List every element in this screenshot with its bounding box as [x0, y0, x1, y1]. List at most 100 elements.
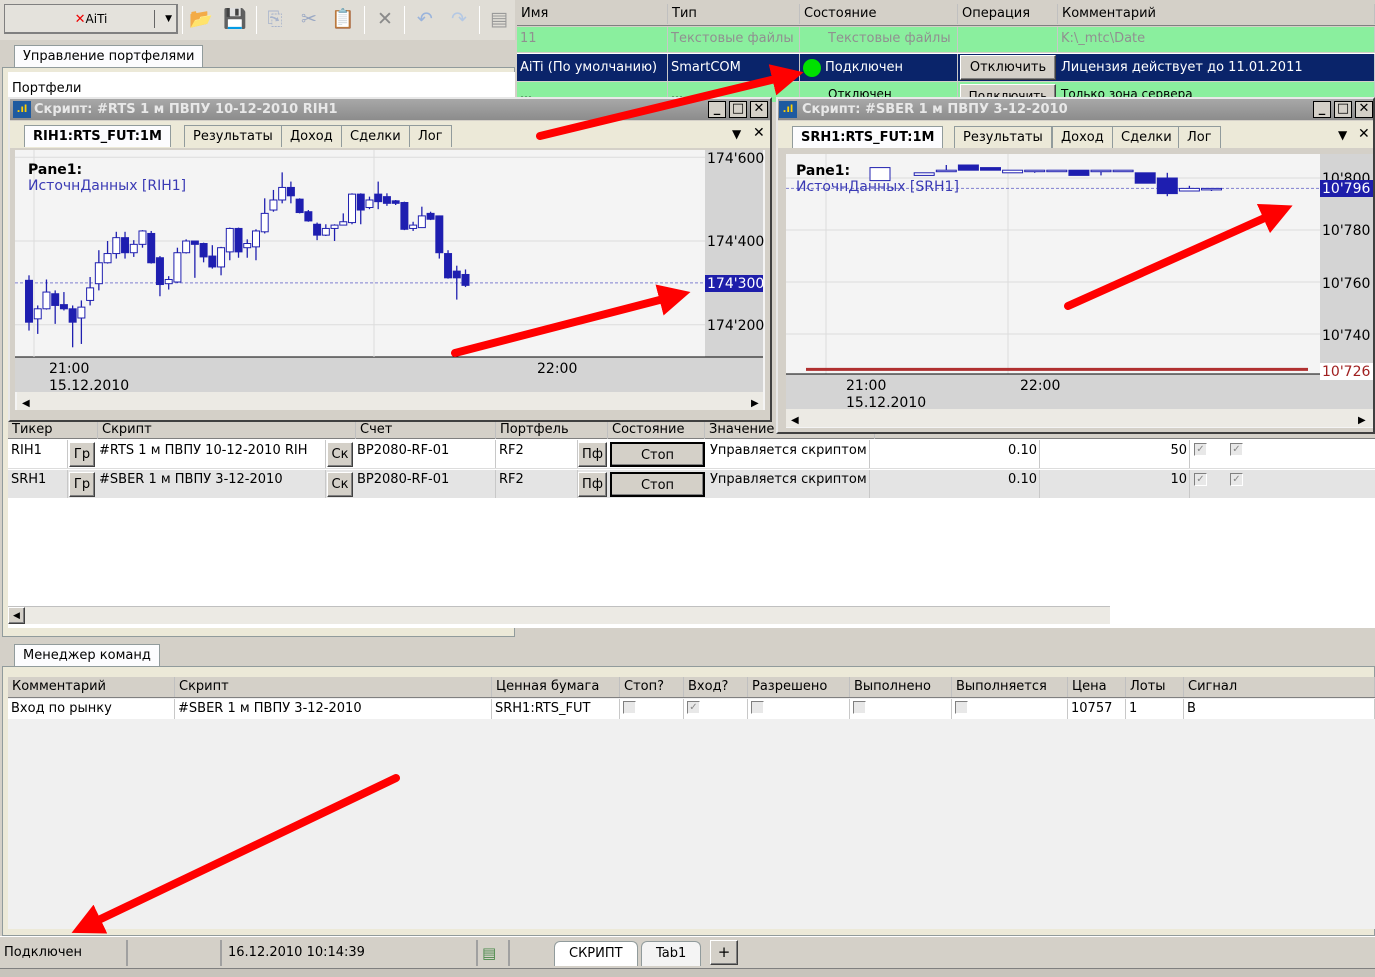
- column-header[interactable]: Вход?: [684, 677, 748, 697]
- column-header[interactable]: Комментарий: [8, 677, 175, 697]
- checkbox[interactable]: ✓: [1194, 473, 1207, 486]
- column-header[interactable]: Выполняется: [952, 677, 1068, 697]
- entry-checkbox[interactable]: ✓: [687, 701, 700, 714]
- open-folder-icon[interactable]: 📂: [188, 6, 214, 32]
- undo-icon[interactable]: ↶: [412, 6, 438, 32]
- allowed-checkbox[interactable]: [751, 701, 764, 714]
- close-button[interactable]: ✕: [1355, 101, 1373, 118]
- scroll-left-icon[interactable]: ◀: [22, 398, 30, 409]
- done-checkbox[interactable]: [853, 701, 866, 714]
- tab-portfolio-management[interactable]: Управление портфелями: [14, 45, 204, 67]
- scroll-left-icon[interactable]: ◀: [791, 415, 799, 426]
- save-icon[interactable]: 💾: [222, 6, 248, 32]
- tab-results[interactable]: Результаты: [954, 126, 1052, 148]
- tab-trades[interactable]: Сделки: [1112, 126, 1181, 148]
- column-header[interactable]: Имя: [517, 4, 668, 24]
- maximize-button[interactable]: □: [1334, 101, 1352, 118]
- column-header[interactable]: Состояние: [800, 4, 958, 24]
- column-header[interactable]: Ценная бумага: [492, 677, 620, 697]
- column-header[interactable]: Тикер: [8, 420, 98, 439]
- table-row[interactable]: Вход по рынку #SBER 1 м ПВПУ 3-12-2010 S…: [8, 699, 1375, 719]
- tab-list-icon[interactable]: ▼: [1338, 128, 1347, 142]
- chart-scrollbar[interactable]: [786, 409, 1373, 427]
- table-row[interactable]: RIH1 Гр #RTS 1 м ПВПУ 10-12-2010 RIH Ск …: [8, 440, 1375, 469]
- column-header[interactable]: Тип: [668, 4, 800, 24]
- sber-candlestick-chart[interactable]: Pane1: ИсточнДанных [SRH1] 10'800 10'780…: [786, 154, 1373, 428]
- candle: [112, 237, 121, 255]
- tab-command-manager[interactable]: Менеджер команд: [14, 644, 160, 666]
- cut-icon[interactable]: ✂: [296, 6, 322, 32]
- portfolio-button[interactable]: Пф: [578, 442, 607, 467]
- add-tab-button[interactable]: +: [710, 940, 738, 965]
- tab-chart[interactable]: RIH1:RTS_FUT:1M: [24, 125, 171, 147]
- candle: [59, 304, 68, 310]
- tab-log[interactable]: Лог: [1178, 126, 1221, 148]
- close-button[interactable]: ✕: [750, 101, 768, 118]
- column-header[interactable]: Сигнал: [1184, 677, 1375, 697]
- window-title[interactable]: .ıl Скрипт: #RTS 1 м ПВПУ 10-12-2010 RIH1…: [10, 99, 770, 120]
- table-row[interactable]: SRH1 Гр #SBER 1 м ПВПУ 3-12-2010 Ск BP20…: [8, 470, 1375, 498]
- document-icon[interactable]: ▤: [486, 6, 512, 32]
- column-header[interactable]: Операция: [958, 4, 1058, 24]
- maximize-button[interactable]: □: [729, 101, 747, 118]
- ticker: SRH1: [8, 470, 68, 498]
- minimize-button[interactable]: _: [1313, 101, 1331, 118]
- calendar-icon[interactable]: ▤: [478, 940, 510, 966]
- checkbox[interactable]: ✓: [1230, 473, 1243, 486]
- stop-button[interactable]: Стоп: [610, 472, 705, 497]
- column-header[interactable]: Скрипт: [98, 420, 356, 439]
- column-header[interactable]: Скрипт: [175, 677, 492, 697]
- close-tab-icon[interactable]: ✕: [1358, 126, 1370, 142]
- commands-table: Комментарий Скрипт Ценная бумага Стоп? В…: [8, 677, 1375, 929]
- candle: [1112, 169, 1134, 173]
- column-header[interactable]: Лоты: [1126, 677, 1184, 697]
- chart-button[interactable]: Гр: [69, 442, 95, 467]
- disconnect-button[interactable]: Отключить: [960, 55, 1056, 80]
- column-header[interactable]: Комментарий: [1058, 4, 1375, 24]
- column-header[interactable]: Стоп?: [620, 677, 684, 697]
- tab-script[interactable]: СКРИПТ: [554, 941, 638, 966]
- column-header[interactable]: Выполнено: [850, 677, 952, 697]
- stop-button[interactable]: Стоп: [610, 442, 705, 467]
- redo-icon[interactable]: ↷: [446, 6, 472, 32]
- table-row[interactable]: 11 Текстовые файлы Текстовые файлы K:\_m…: [517, 27, 1375, 52]
- candle: [400, 201, 409, 230]
- candle: [452, 270, 461, 279]
- delete-icon[interactable]: ✕: [372, 6, 398, 32]
- chart-button[interactable]: Гр: [69, 472, 95, 497]
- table-row-selected[interactable]: AiTi (По умолчанию) SmartCOM Подключен О…: [517, 53, 1375, 81]
- column-header[interactable]: Цена: [1068, 677, 1126, 697]
- scroll-left-icon[interactable]: ◀: [8, 607, 25, 624]
- column-header[interactable]: Разрешено: [748, 677, 850, 697]
- column-header[interactable]: Состояние: [608, 420, 705, 439]
- tab-income[interactable]: Доход: [1052, 126, 1113, 148]
- portfolio-button[interactable]: Пф: [578, 472, 607, 497]
- chevron-down-icon[interactable]: ▼: [165, 5, 172, 33]
- paste-icon[interactable]: 📋: [330, 6, 356, 32]
- minimize-button[interactable]: _: [708, 101, 726, 118]
- column-header[interactable]: Счет: [356, 420, 496, 439]
- tab-tab1[interactable]: Tab1: [641, 941, 702, 966]
- checkbox[interactable]: ✓: [1194, 443, 1207, 456]
- column-header[interactable]: Портфель: [496, 420, 608, 439]
- horizontal-scrollbar[interactable]: ◀: [8, 606, 1110, 624]
- tab-income[interactable]: Доход: [281, 125, 342, 147]
- script-button[interactable]: Ск: [327, 472, 353, 497]
- close-tab-icon[interactable]: ✕: [753, 125, 765, 141]
- app-menu-button[interactable]: ✕AiTi ▼: [4, 4, 178, 34]
- tab-chart[interactable]: SRH1:RTS_FUT:1M: [792, 126, 944, 148]
- rts-candlestick-chart[interactable]: Pane1: ИсточнДанных [RIH1] 174'600 174'4…: [15, 150, 765, 410]
- chart-scrollbar[interactable]: [17, 392, 763, 410]
- tab-list-icon[interactable]: ▼: [732, 127, 741, 141]
- checkbox[interactable]: ✓: [1230, 443, 1243, 456]
- script-button[interactable]: Ск: [327, 442, 353, 467]
- stop-checkbox[interactable]: [623, 701, 636, 714]
- scroll-right-icon[interactable]: ▶: [1358, 415, 1366, 426]
- running-checkbox[interactable]: [955, 701, 968, 714]
- window-title[interactable]: .ıl Скрипт: #SBER 1 м ПВПУ 3-12-2010 _ □ …: [778, 99, 1373, 120]
- scroll-right-icon[interactable]: ▶: [751, 398, 759, 409]
- tab-log[interactable]: Лог: [409, 125, 452, 147]
- tab-trades[interactable]: Сделки: [341, 125, 410, 147]
- tab-results[interactable]: Результаты: [184, 125, 282, 147]
- copy-icon[interactable]: ⎘: [262, 6, 288, 32]
